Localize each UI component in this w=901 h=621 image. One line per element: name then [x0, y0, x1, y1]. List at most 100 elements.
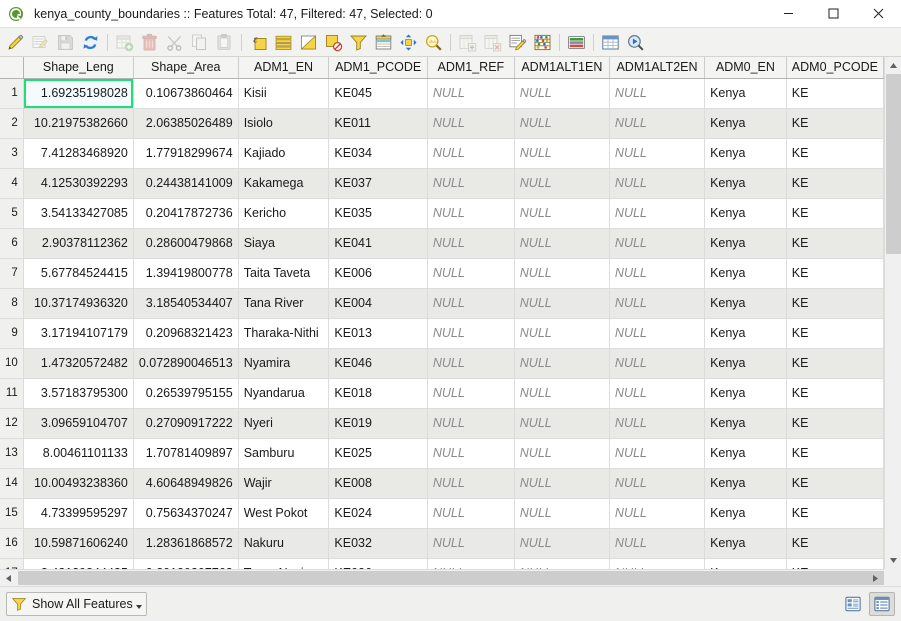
- table-row[interactable]: 3 7.41283468920 1.77918299674 Kajiado KE034 N…: [0, 138, 884, 169]
- row-number-cell[interactable]: 7: [0, 258, 24, 289]
- delete-field-button[interactable]: [481, 31, 504, 54]
- row-number-cell[interactable]: 16: [0, 528, 24, 559]
- table-row[interactable]: 12 3.09659104707 0.27090917222 Nyeri KE019 NU…: [0, 408, 884, 439]
- cell-adm1_ref[interactable]: NULL: [427, 138, 515, 169]
- cell-adm1alt1en[interactable]: NULL: [514, 228, 610, 259]
- column-header-adm1_en[interactable]: ADM1_EN: [238, 57, 330, 79]
- cell-adm1_ref[interactable]: NULL: [427, 318, 515, 349]
- cell-shape_leng[interactable]: 2.90378112362: [23, 228, 134, 259]
- row-number-cell[interactable]: 9: [0, 318, 24, 349]
- table-row[interactable]: 15 4.73399595297 0.75634370247 West Pokot KE…: [0, 498, 884, 529]
- cell-adm1_ref[interactable]: NULL: [427, 258, 515, 289]
- cell-adm1_ref[interactable]: NULL: [427, 108, 515, 139]
- column-header-adm1alt2en[interactable]: ADM1ALT2EN: [609, 57, 706, 79]
- scroll-left-button[interactable]: [0, 570, 17, 586]
- cell-adm1alt1en[interactable]: NULL: [514, 198, 610, 229]
- cell-adm1_en[interactable]: Kakamega: [238, 168, 330, 199]
- cell-adm0_en[interactable]: Kenya: [704, 168, 787, 199]
- cell-shape_leng[interactable]: 10.37174936320: [23, 288, 134, 319]
- row-number-cell[interactable]: 2: [0, 108, 24, 139]
- cell-shape_area[interactable]: 0.10673860464: [133, 78, 239, 109]
- cell-adm1alt1en[interactable]: NULL: [514, 78, 610, 109]
- cell-adm0_pcode[interactable]: KE: [786, 138, 884, 169]
- cell-adm1_ref[interactable]: NULL: [427, 408, 515, 439]
- cell-adm0_pcode[interactable]: KE: [786, 558, 884, 569]
- cell-shape_leng[interactable]: 2.42139844435: [23, 558, 134, 569]
- row-number-cell[interactable]: 14: [0, 468, 24, 499]
- cell-adm1alt2en[interactable]: NULL: [609, 318, 706, 349]
- cell-adm0_en[interactable]: Kenya: [704, 258, 787, 289]
- cell-shape_area[interactable]: 0.26539795155: [133, 378, 239, 409]
- cell-adm1alt1en[interactable]: NULL: [514, 138, 610, 169]
- cell-adm0_pcode[interactable]: KE: [786, 78, 884, 109]
- cell-adm0_pcode[interactable]: KE: [786, 468, 884, 499]
- cell-adm0_en[interactable]: Kenya: [704, 408, 787, 439]
- cell-adm1_en[interactable]: Nyandarua: [238, 378, 330, 409]
- row-number-cell[interactable]: 17: [0, 558, 24, 569]
- table-row[interactable]: 16 10.59871606240 1.28361868572 Nakuru KE032…: [0, 528, 884, 559]
- cell-adm1_pcode[interactable]: KE006: [328, 258, 428, 289]
- row-number-cell[interactable]: 10: [0, 348, 24, 379]
- horizontal-scrollbar-thumb[interactable]: [18, 571, 901, 585]
- cell-adm1alt1en[interactable]: NULL: [514, 288, 610, 319]
- cell-adm1_pcode[interactable]: KE008: [328, 468, 428, 499]
- reload-table-button[interactable]: [79, 31, 102, 54]
- table-row[interactable]: 13 8.00461101133 1.70781409897 Samburu KE025…: [0, 438, 884, 469]
- row-number-cell[interactable]: 11: [0, 378, 24, 409]
- cell-adm1alt2en[interactable]: NULL: [609, 168, 706, 199]
- maximize-button[interactable]: [811, 0, 856, 28]
- cell-adm1alt2en[interactable]: NULL: [609, 78, 706, 109]
- conditional-formatting-button[interactable]: [565, 31, 588, 54]
- column-header-adm1alt1en[interactable]: ADM1ALT1EN: [514, 57, 610, 79]
- cell-adm1alt2en[interactable]: NULL: [609, 498, 706, 529]
- cell-adm0_pcode[interactable]: KE: [786, 318, 884, 349]
- cell-adm1_pcode[interactable]: KE018: [328, 378, 428, 409]
- table-view-button[interactable]: [869, 591, 895, 616]
- cell-adm1alt2en[interactable]: NULL: [609, 108, 706, 139]
- cell-adm1_ref[interactable]: NULL: [427, 378, 515, 409]
- cell-adm1_en[interactable]: West Pokot: [238, 498, 330, 529]
- cell-adm1_en[interactable]: Siaya: [238, 228, 330, 259]
- cell-shape_area[interactable]: 0.072890046513: [133, 348, 239, 379]
- cell-adm1alt1en[interactable]: NULL: [514, 348, 610, 379]
- cell-shape_leng[interactable]: 3.17194107179: [23, 318, 134, 349]
- cell-adm0_en[interactable]: Kenya: [704, 438, 787, 469]
- cell-adm0_en[interactable]: Kenya: [704, 528, 787, 559]
- cell-adm1alt1en[interactable]: NULL: [514, 168, 610, 199]
- cell-adm1_ref[interactable]: NULL: [427, 468, 515, 499]
- cell-adm1alt2en[interactable]: NULL: [609, 258, 706, 289]
- row-number-cell[interactable]: 6: [0, 228, 24, 259]
- cell-adm0_pcode[interactable]: KE: [786, 288, 884, 319]
- table-row[interactable]: 11 3.57183795300 0.26539795155 Nyandarua KE0…: [0, 378, 884, 409]
- table-row[interactable]: 172.421398444350.20189307762Trans NzoiaK…: [0, 558, 884, 569]
- cell-adm1_en[interactable]: Kisii: [238, 78, 330, 109]
- cell-shape_area[interactable]: 1.70781409897: [133, 438, 239, 469]
- cell-adm0_en[interactable]: Kenya: [704, 558, 787, 569]
- select-all-button[interactable]: [272, 31, 295, 54]
- cell-adm1_en[interactable]: Trans Nzoia: [238, 558, 330, 569]
- cell-adm1alt2en[interactable]: NULL: [609, 288, 706, 319]
- cell-shape_leng[interactable]: 3.09659104707: [23, 408, 134, 439]
- cell-adm1_en[interactable]: Nakuru: [238, 528, 330, 559]
- cell-shape_leng[interactable]: 3.54133427085: [23, 198, 134, 229]
- cell-adm1_ref[interactable]: NULL: [427, 348, 515, 379]
- cell-adm1_en[interactable]: Tharaka-Nithi: [238, 318, 330, 349]
- cell-adm1_en[interactable]: Kajiado: [238, 138, 330, 169]
- cell-adm1_ref[interactable]: NULL: [427, 168, 515, 199]
- attribute-table[interactable]: Shape_Leng Shape_Area ADM1_EN ADM1_PCODE ADM…: [0, 57, 884, 569]
- cell-adm1_pcode[interactable]: KE045: [328, 78, 428, 109]
- table-row[interactable]: 1 1.69235198028 0.10673860464 Kisii KE045 NUL…: [0, 78, 884, 109]
- invert-selection-button[interactable]: [297, 31, 320, 54]
- table-row[interactable]: 10 1.47320572482 0.072890046513 Nyamira KE04…: [0, 348, 884, 379]
- cell-shape_area[interactable]: 3.18540534407: [133, 288, 239, 319]
- cell-adm0_pcode[interactable]: KE: [786, 528, 884, 559]
- cell-adm0_en[interactable]: Kenya: [704, 348, 787, 379]
- cell-adm1alt2en[interactable]: NULL: [609, 438, 706, 469]
- actions-button[interactable]: [624, 31, 647, 54]
- table-row[interactable]: 6 2.90378112362 0.28600479868 Siaya KE041 NUL…: [0, 228, 884, 259]
- row-number-cell[interactable]: 5: [0, 198, 24, 229]
- show-all-features-button[interactable]: Show All Features: [6, 591, 147, 616]
- cell-shape_area[interactable]: 1.28361868572: [133, 528, 239, 559]
- cell-adm1_pcode[interactable]: KE037: [328, 168, 428, 199]
- cell-adm0_en[interactable]: Kenya: [704, 318, 787, 349]
